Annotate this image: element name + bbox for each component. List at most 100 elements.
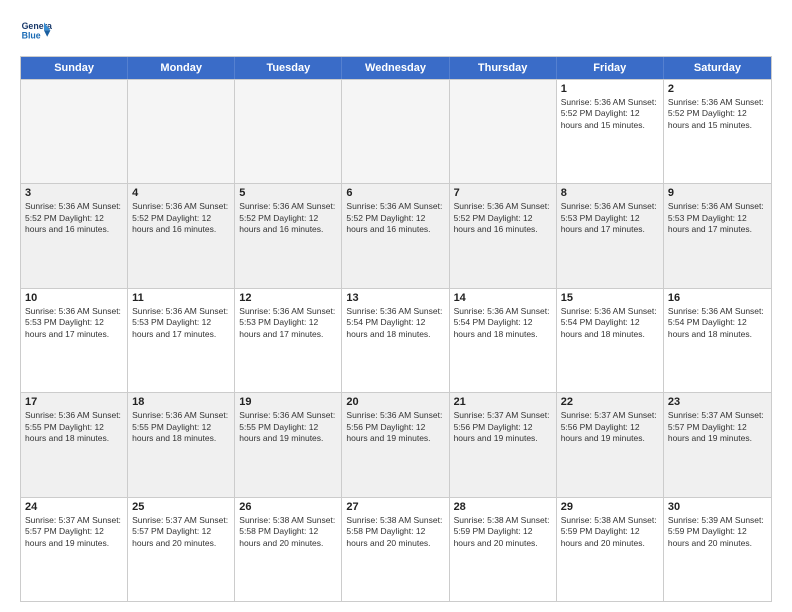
day-number: 2 (668, 83, 767, 95)
cal-cell: 18Sunrise: 5:36 AM Sunset: 5:55 PM Dayli… (128, 393, 235, 496)
day-info: Sunrise: 5:38 AM Sunset: 5:58 PM Dayligh… (346, 515, 444, 549)
day-info: Sunrise: 5:37 AM Sunset: 5:57 PM Dayligh… (668, 410, 767, 444)
cal-cell: 22Sunrise: 5:37 AM Sunset: 5:56 PM Dayli… (557, 393, 664, 496)
day-number: 28 (454, 501, 552, 513)
day-number: 13 (346, 292, 444, 304)
cal-cell: 2 Sunrise: 5:36 AM Sunset: 5:52 PM Daylig… (664, 80, 771, 183)
day-number: 20 (346, 396, 444, 408)
cal-week-1: 1 Sunrise: 5:36 AM Sunset: 5:52 PM Daylig… (21, 79, 771, 183)
day-number: 24 (25, 501, 123, 513)
day-info: Sunrise: 5:36 AM Sunset: 5:52 PM Dayligh… (346, 201, 444, 235)
cal-cell: 3 Sunrise: 5:36 AM Sunset: 5:52 PM Daylig… (21, 184, 128, 287)
day-number: 1 (561, 83, 659, 95)
cal-cell: 15 Sunrise: 5:36 AM Sunset: 5:54 PM Dayli… (557, 289, 664, 392)
day-number: 15 (561, 292, 659, 304)
cal-cell: 27 Sunrise: 5:38 AM Sunset: 5:58 PM Dayli… (342, 498, 449, 601)
day-number: 8 (561, 187, 659, 199)
calendar: SundayMondayTuesdayWednesdayThursdayFrid… (20, 56, 772, 602)
day-info: Sunrise: 5:36 AM Sunset: 5:55 PM Dayligh… (239, 410, 337, 444)
day-info: Sunrise: 5:36 AM Sunset: 5:56 PM Dayligh… (346, 410, 444, 444)
cal-cell: 28Sunrise: 5:38 AM Sunset: 5:59 PM Dayli… (450, 498, 557, 601)
day-info: Sunrise: 5:36 AM Sunset: 5:52 PM Dayligh… (239, 201, 337, 235)
cal-week-5: 24 Sunrise: 5:37 AM Sunset: 5:57 PM Dayli… (21, 497, 771, 601)
day-number: 19 (239, 396, 337, 408)
cal-cell: 7 Sunrise: 5:36 AM Sunset: 5:52 PM Daylig… (450, 184, 557, 287)
cal-header-thursday: Thursday (450, 57, 557, 79)
day-info: Sunrise: 5:38 AM Sunset: 5:59 PM Dayligh… (561, 515, 659, 549)
day-info: Sunrise: 5:36 AM Sunset: 5:53 PM Dayligh… (132, 306, 230, 340)
day-info: Sunrise: 5:36 AM Sunset: 5:53 PM Dayligh… (561, 201, 659, 235)
cal-cell: 20 Sunrise: 5:36 AM Sunset: 5:56 PM Dayli… (342, 393, 449, 496)
cal-cell (21, 80, 128, 183)
cal-cell: 5 Sunrise: 5:36 AM Sunset: 5:52 PM Daylig… (235, 184, 342, 287)
day-info: Sunrise: 5:36 AM Sunset: 5:52 PM Dayligh… (561, 97, 659, 131)
cal-cell: 8 Sunrise: 5:36 AM Sunset: 5:53 PM Daylig… (557, 184, 664, 287)
cal-cell: 30Sunrise: 5:39 AM Sunset: 5:59 PM Dayli… (664, 498, 771, 601)
day-number: 26 (239, 501, 337, 513)
cal-cell (235, 80, 342, 183)
day-number: 14 (454, 292, 552, 304)
logo: General Blue (20, 16, 52, 48)
cal-cell: 12 Sunrise: 5:36 AM Sunset: 5:53 PM Dayli… (235, 289, 342, 392)
day-number: 12 (239, 292, 337, 304)
day-info: Sunrise: 5:36 AM Sunset: 5:52 PM Dayligh… (454, 201, 552, 235)
day-info: Sunrise: 5:37 AM Sunset: 5:57 PM Dayligh… (132, 515, 230, 549)
day-number: 4 (132, 187, 230, 199)
day-number: 21 (454, 396, 552, 408)
cal-header-sunday: Sunday (21, 57, 128, 79)
cal-cell: 1 Sunrise: 5:36 AM Sunset: 5:52 PM Daylig… (557, 80, 664, 183)
cal-cell (128, 80, 235, 183)
cal-cell: 29 Sunrise: 5:38 AM Sunset: 5:59 PM Dayli… (557, 498, 664, 601)
day-number: 16 (668, 292, 767, 304)
header: General Blue (20, 16, 772, 48)
day-number: 11 (132, 292, 230, 304)
day-number: 6 (346, 187, 444, 199)
cal-cell: 14Sunrise: 5:36 AM Sunset: 5:54 PM Dayli… (450, 289, 557, 392)
day-number: 10 (25, 292, 123, 304)
day-info: Sunrise: 5:37 AM Sunset: 5:57 PM Dayligh… (25, 515, 123, 549)
day-info: Sunrise: 5:36 AM Sunset: 5:53 PM Dayligh… (668, 201, 767, 235)
day-info: Sunrise: 5:36 AM Sunset: 5:52 PM Dayligh… (132, 201, 230, 235)
day-number: 29 (561, 501, 659, 513)
cal-cell: 4 Sunrise: 5:36 AM Sunset: 5:52 PM Daylig… (128, 184, 235, 287)
day-info: Sunrise: 5:36 AM Sunset: 5:54 PM Dayligh… (668, 306, 767, 340)
cal-week-2: 3 Sunrise: 5:36 AM Sunset: 5:52 PM Daylig… (21, 183, 771, 287)
day-number: 27 (346, 501, 444, 513)
cal-week-4: 17Sunrise: 5:36 AM Sunset: 5:55 PM Dayli… (21, 392, 771, 496)
cal-header-wednesday: Wednesday (342, 57, 449, 79)
day-info: Sunrise: 5:36 AM Sunset: 5:52 PM Dayligh… (668, 97, 767, 131)
logo-icon: General Blue (20, 16, 52, 48)
day-info: Sunrise: 5:36 AM Sunset: 5:54 PM Dayligh… (561, 306, 659, 340)
calendar-body: 1 Sunrise: 5:36 AM Sunset: 5:52 PM Daylig… (21, 79, 771, 601)
day-number: 5 (239, 187, 337, 199)
cal-cell: 25Sunrise: 5:37 AM Sunset: 5:57 PM Dayli… (128, 498, 235, 601)
cal-cell: 10 Sunrise: 5:36 AM Sunset: 5:53 PM Dayli… (21, 289, 128, 392)
svg-text:Blue: Blue (22, 30, 41, 40)
cal-cell: 13 Sunrise: 5:36 AM Sunset: 5:54 PM Dayli… (342, 289, 449, 392)
day-info: Sunrise: 5:36 AM Sunset: 5:55 PM Dayligh… (25, 410, 123, 444)
cal-header-monday: Monday (128, 57, 235, 79)
cal-header-saturday: Saturday (664, 57, 771, 79)
day-info: Sunrise: 5:36 AM Sunset: 5:55 PM Dayligh… (132, 410, 230, 444)
day-number: 9 (668, 187, 767, 199)
day-number: 3 (25, 187, 123, 199)
day-info: Sunrise: 5:39 AM Sunset: 5:59 PM Dayligh… (668, 515, 767, 549)
day-info: Sunrise: 5:37 AM Sunset: 5:56 PM Dayligh… (454, 410, 552, 444)
day-info: Sunrise: 5:36 AM Sunset: 5:52 PM Dayligh… (25, 201, 123, 235)
day-info: Sunrise: 5:36 AM Sunset: 5:54 PM Dayligh… (346, 306, 444, 340)
day-info: Sunrise: 5:36 AM Sunset: 5:53 PM Dayligh… (239, 306, 337, 340)
cal-cell: 21 Sunrise: 5:37 AM Sunset: 5:56 PM Dayli… (450, 393, 557, 496)
cal-cell: 23Sunrise: 5:37 AM Sunset: 5:57 PM Dayli… (664, 393, 771, 496)
cal-header-tuesday: Tuesday (235, 57, 342, 79)
day-info: Sunrise: 5:36 AM Sunset: 5:53 PM Dayligh… (25, 306, 123, 340)
cal-cell: 17Sunrise: 5:36 AM Sunset: 5:55 PM Dayli… (21, 393, 128, 496)
cal-cell: 11 Sunrise: 5:36 AM Sunset: 5:53 PM Dayli… (128, 289, 235, 392)
cal-cell: 19 Sunrise: 5:36 AM Sunset: 5:55 PM Dayli… (235, 393, 342, 496)
cal-cell: 6 Sunrise: 5:36 AM Sunset: 5:52 PM Daylig… (342, 184, 449, 287)
cal-cell: 24 Sunrise: 5:37 AM Sunset: 5:57 PM Dayli… (21, 498, 128, 601)
day-info: Sunrise: 5:37 AM Sunset: 5:56 PM Dayligh… (561, 410, 659, 444)
cal-header-friday: Friday (557, 57, 664, 79)
day-number: 7 (454, 187, 552, 199)
cal-cell: 26Sunrise: 5:38 AM Sunset: 5:58 PM Dayli… (235, 498, 342, 601)
cal-cell (342, 80, 449, 183)
